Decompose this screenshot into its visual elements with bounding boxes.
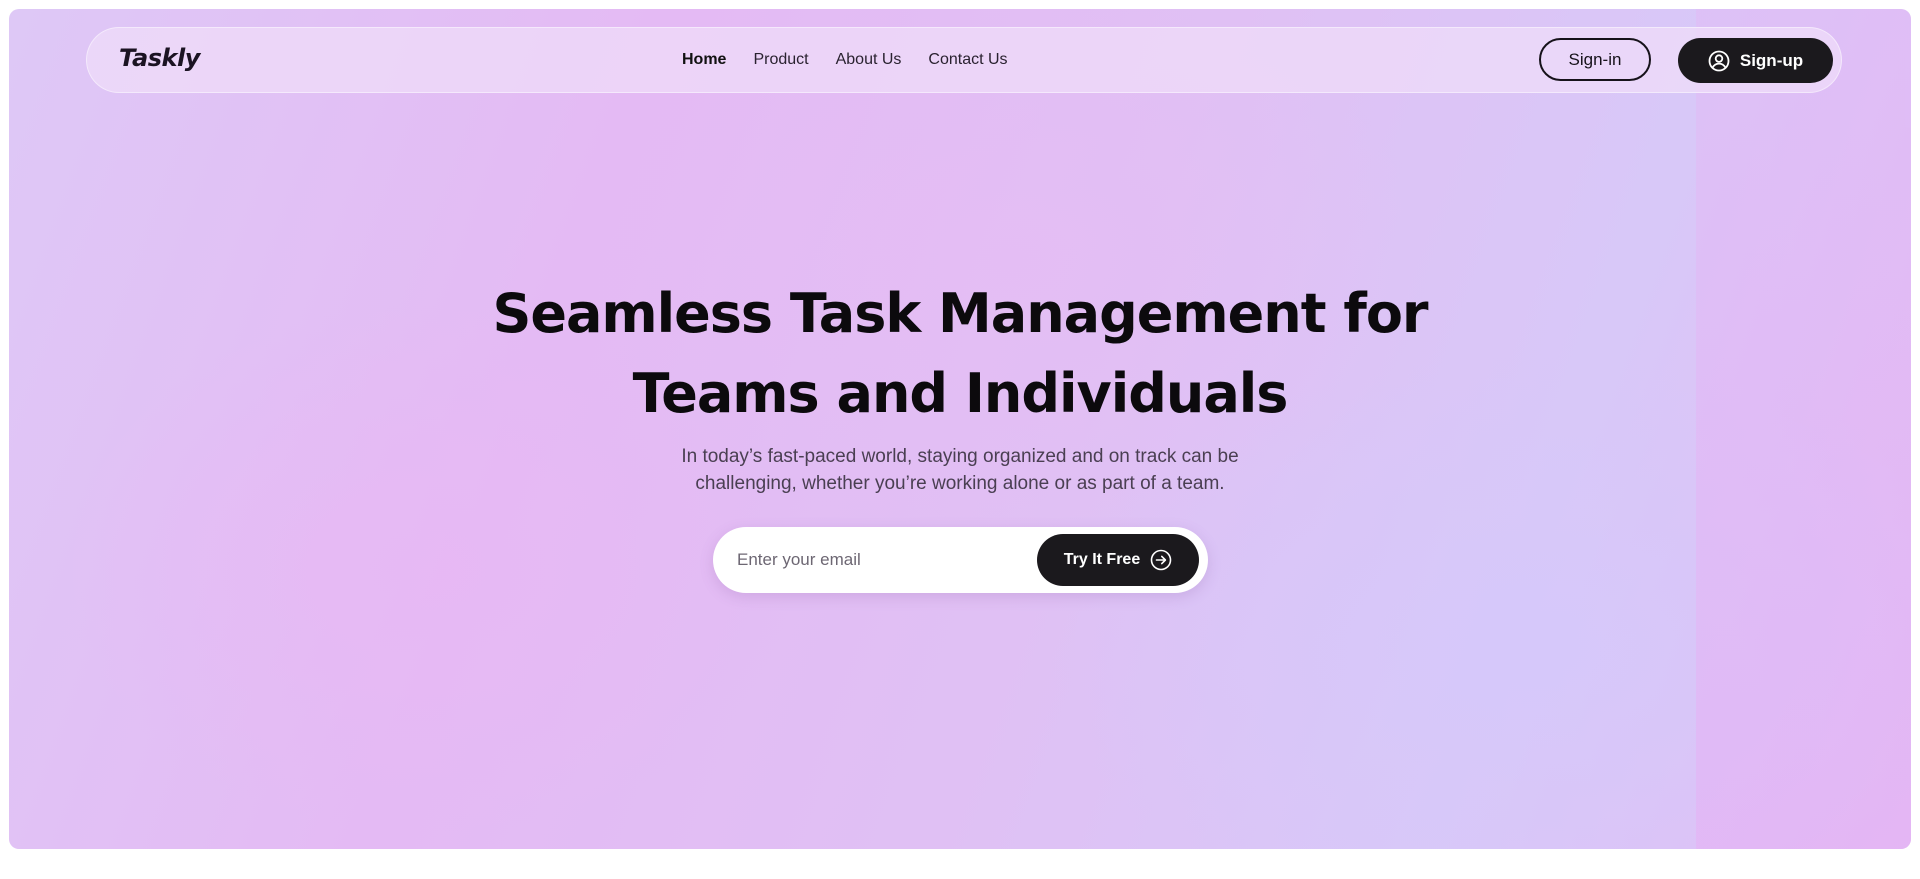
hero-title-line-2: Teams and Individuals [632, 362, 1289, 425]
page-frame: Taskly Home Product About Us Contact Us … [9, 9, 1911, 849]
try-it-free-label: Try It Free [1063, 551, 1141, 568]
sign-in-button[interactable]: Sign-in [1539, 38, 1651, 81]
hero-subtitle-line-1: In today’s fast-paced world, staying org… [681, 446, 1239, 467]
email-input[interactable] [737, 545, 1027, 575]
logo[interactable]: Taskly [119, 44, 200, 72]
sign-in-label: Sign-in [1568, 49, 1622, 69]
nav-link-about-us[interactable]: About Us [836, 51, 902, 69]
top-navbar: Taskly Home Product About Us Contact Us … [86, 27, 1842, 93]
nav-link-home[interactable]: Home [682, 51, 726, 69]
sign-up-label: Sign-up [1739, 50, 1804, 70]
try-it-free-button[interactable]: Try It Free [1037, 534, 1199, 586]
email-signup-form: Try It Free [713, 527, 1208, 593]
hero-subtitle: In today’s fast-paced world, staying org… [9, 443, 1911, 497]
nav-link-product[interactable]: Product [753, 51, 808, 69]
user-circle-icon [1708, 50, 1730, 72]
nav-links: Home Product About Us Contact Us [682, 28, 1008, 92]
sign-up-button[interactable]: Sign-up [1678, 38, 1833, 83]
hero-subtitle-line-2: challenging, whether you’re working alon… [695, 473, 1225, 494]
hero-title-line-1: Seamless Task Management for [492, 282, 1428, 345]
nav-link-contact-us[interactable]: Contact Us [928, 51, 1007, 69]
hero-title: Seamless Task Management for Teams and I… [9, 274, 1911, 434]
arrow-right-circle-icon [1150, 549, 1172, 571]
